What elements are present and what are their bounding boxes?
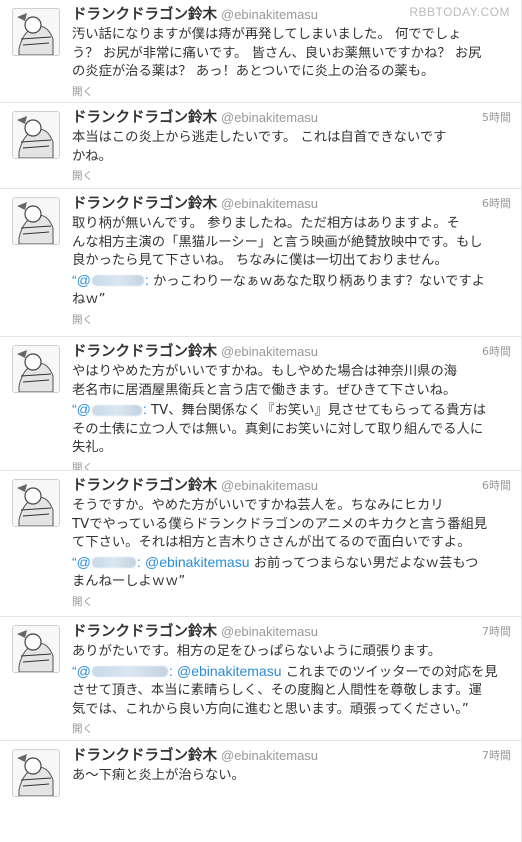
blurred-username [91,666,168,677]
user-handle[interactable]: @ebinakitemasu [221,624,318,639]
user-handle[interactable]: @ebinakitemasu [221,478,318,493]
timestamp[interactable]: 7時間 [482,625,511,639]
blurred-username [91,557,136,568]
user-handle[interactable]: @ebinakitemasu [221,7,318,22]
avatar[interactable] [12,625,60,673]
tweet[interactable]: ドランクドラゴン鈴木 @ebinakitemasu 7時間 あ～下痢と炎上が治らな… [0,741,521,842]
timestamp[interactable]: 5時間 [482,111,511,125]
tweet[interactable]: ドランクドラゴン鈴木 @ebinakitemasu 6時間 そうですか。やめた方が… [0,471,521,617]
tweet-text: ありがたいです。相方の足をひっぱらないように頑張ります。 “@: @ebinak… [72,644,498,717]
user-handle[interactable]: @ebinakitemasu [221,110,318,125]
display-name[interactable]: ドランクドラゴン鈴木 [72,7,217,23]
display-name[interactable]: ドランクドラゴン鈴木 [72,478,217,494]
mention-handle[interactable]: @ebinakitemasu [145,554,250,570]
tweet-text: あ～下痢と炎上が治らない。 [72,768,245,783]
tweet-text: 汚い話になりますが僕は痔が再発してしまいました。 何ででしょ う？ お尻が非常に… [72,27,482,79]
tweet-text: そうですか。やめた方がいいですかね芸人を。ちなみにヒカリ TVでやっている僕らド… [72,498,488,589]
tweet[interactable]: ドランクドラゴン鈴木 @ebinakitemasu 6時間 取り柄が無いんです。 … [0,189,521,337]
user-handle[interactable]: @ebinakitemasu [221,344,318,359]
tweet-text: 取り柄が無いんです。 参りましたね。ただ相方はありますよ。そ んな相方主演の「黒… [72,216,486,307]
tweet[interactable]: ドランクドラゴン鈴木 @ebinakitemasu 6時間 やはりやめた方がいいで… [0,337,521,471]
expand-link[interactable]: 開く [72,595,511,609]
timestamp[interactable]: 7時間 [482,749,511,763]
tweet[interactable]: ドランクドラゴン鈴木 @ebinakitemasu 5時間 本当はこの炎上から逃走… [0,103,521,189]
display-name[interactable]: ドランクドラゴン鈴木 [72,196,217,212]
expand-link[interactable]: 開く [72,169,511,183]
avatar[interactable] [12,8,60,56]
timestamp[interactable]: 6時間 [482,197,511,211]
blurred-username [91,404,142,416]
tweet-text: 本当はこの炎上から逃走したいです。 これは自首できないです かね。 [72,130,447,164]
display-name[interactable]: ドランクドラゴン鈴木 [72,624,217,640]
display-name[interactable]: ドランクドラゴン鈴木 [72,748,217,764]
avatar[interactable] [12,111,60,159]
expand-link[interactable]: 開く [72,461,511,471]
avatar[interactable] [12,197,60,245]
timestamp[interactable]: 6時間 [482,345,511,359]
mention-prefix: “@ [72,553,91,570]
avatar[interactable] [12,749,60,797]
watermark-text: RBBTODAY.COM [409,5,510,19]
avatar[interactable] [12,345,60,393]
display-name[interactable]: ドランクドラゴン鈴木 [72,110,217,126]
timestamp[interactable]: 6時間 [482,479,511,493]
user-handle[interactable]: @ebinakitemasu [221,748,318,763]
user-handle[interactable]: @ebinakitemasu [221,196,318,211]
tweet-timeline: ドランクドラゴン鈴木 @ebinakitemasu 汚い話になりますが僕は痔が再発… [0,0,522,842]
expand-link[interactable]: 開く [72,85,511,99]
expand-link[interactable]: 開く [72,722,511,736]
blurred-username [91,275,144,286]
tweet[interactable]: ドランクドラゴン鈴木 @ebinakitemasu 7時間 ありがたいです。相方の… [0,617,521,741]
tweet-text: やはりやめた方がいいですかね。もしやめた場合は神奈川県の海 老名市に居酒屋黒衛兵… [72,364,487,455]
mention-prefix: “@ [72,271,91,288]
mention-prefix: “@ [72,662,91,679]
display-name[interactable]: ドランクドラゴン鈴木 [72,344,217,360]
mention-handle[interactable]: @ebinakitemasu [177,663,282,679]
avatar[interactable] [12,479,60,527]
mention-prefix: “@ [72,401,91,417]
expand-link[interactable]: 開く [72,313,511,327]
